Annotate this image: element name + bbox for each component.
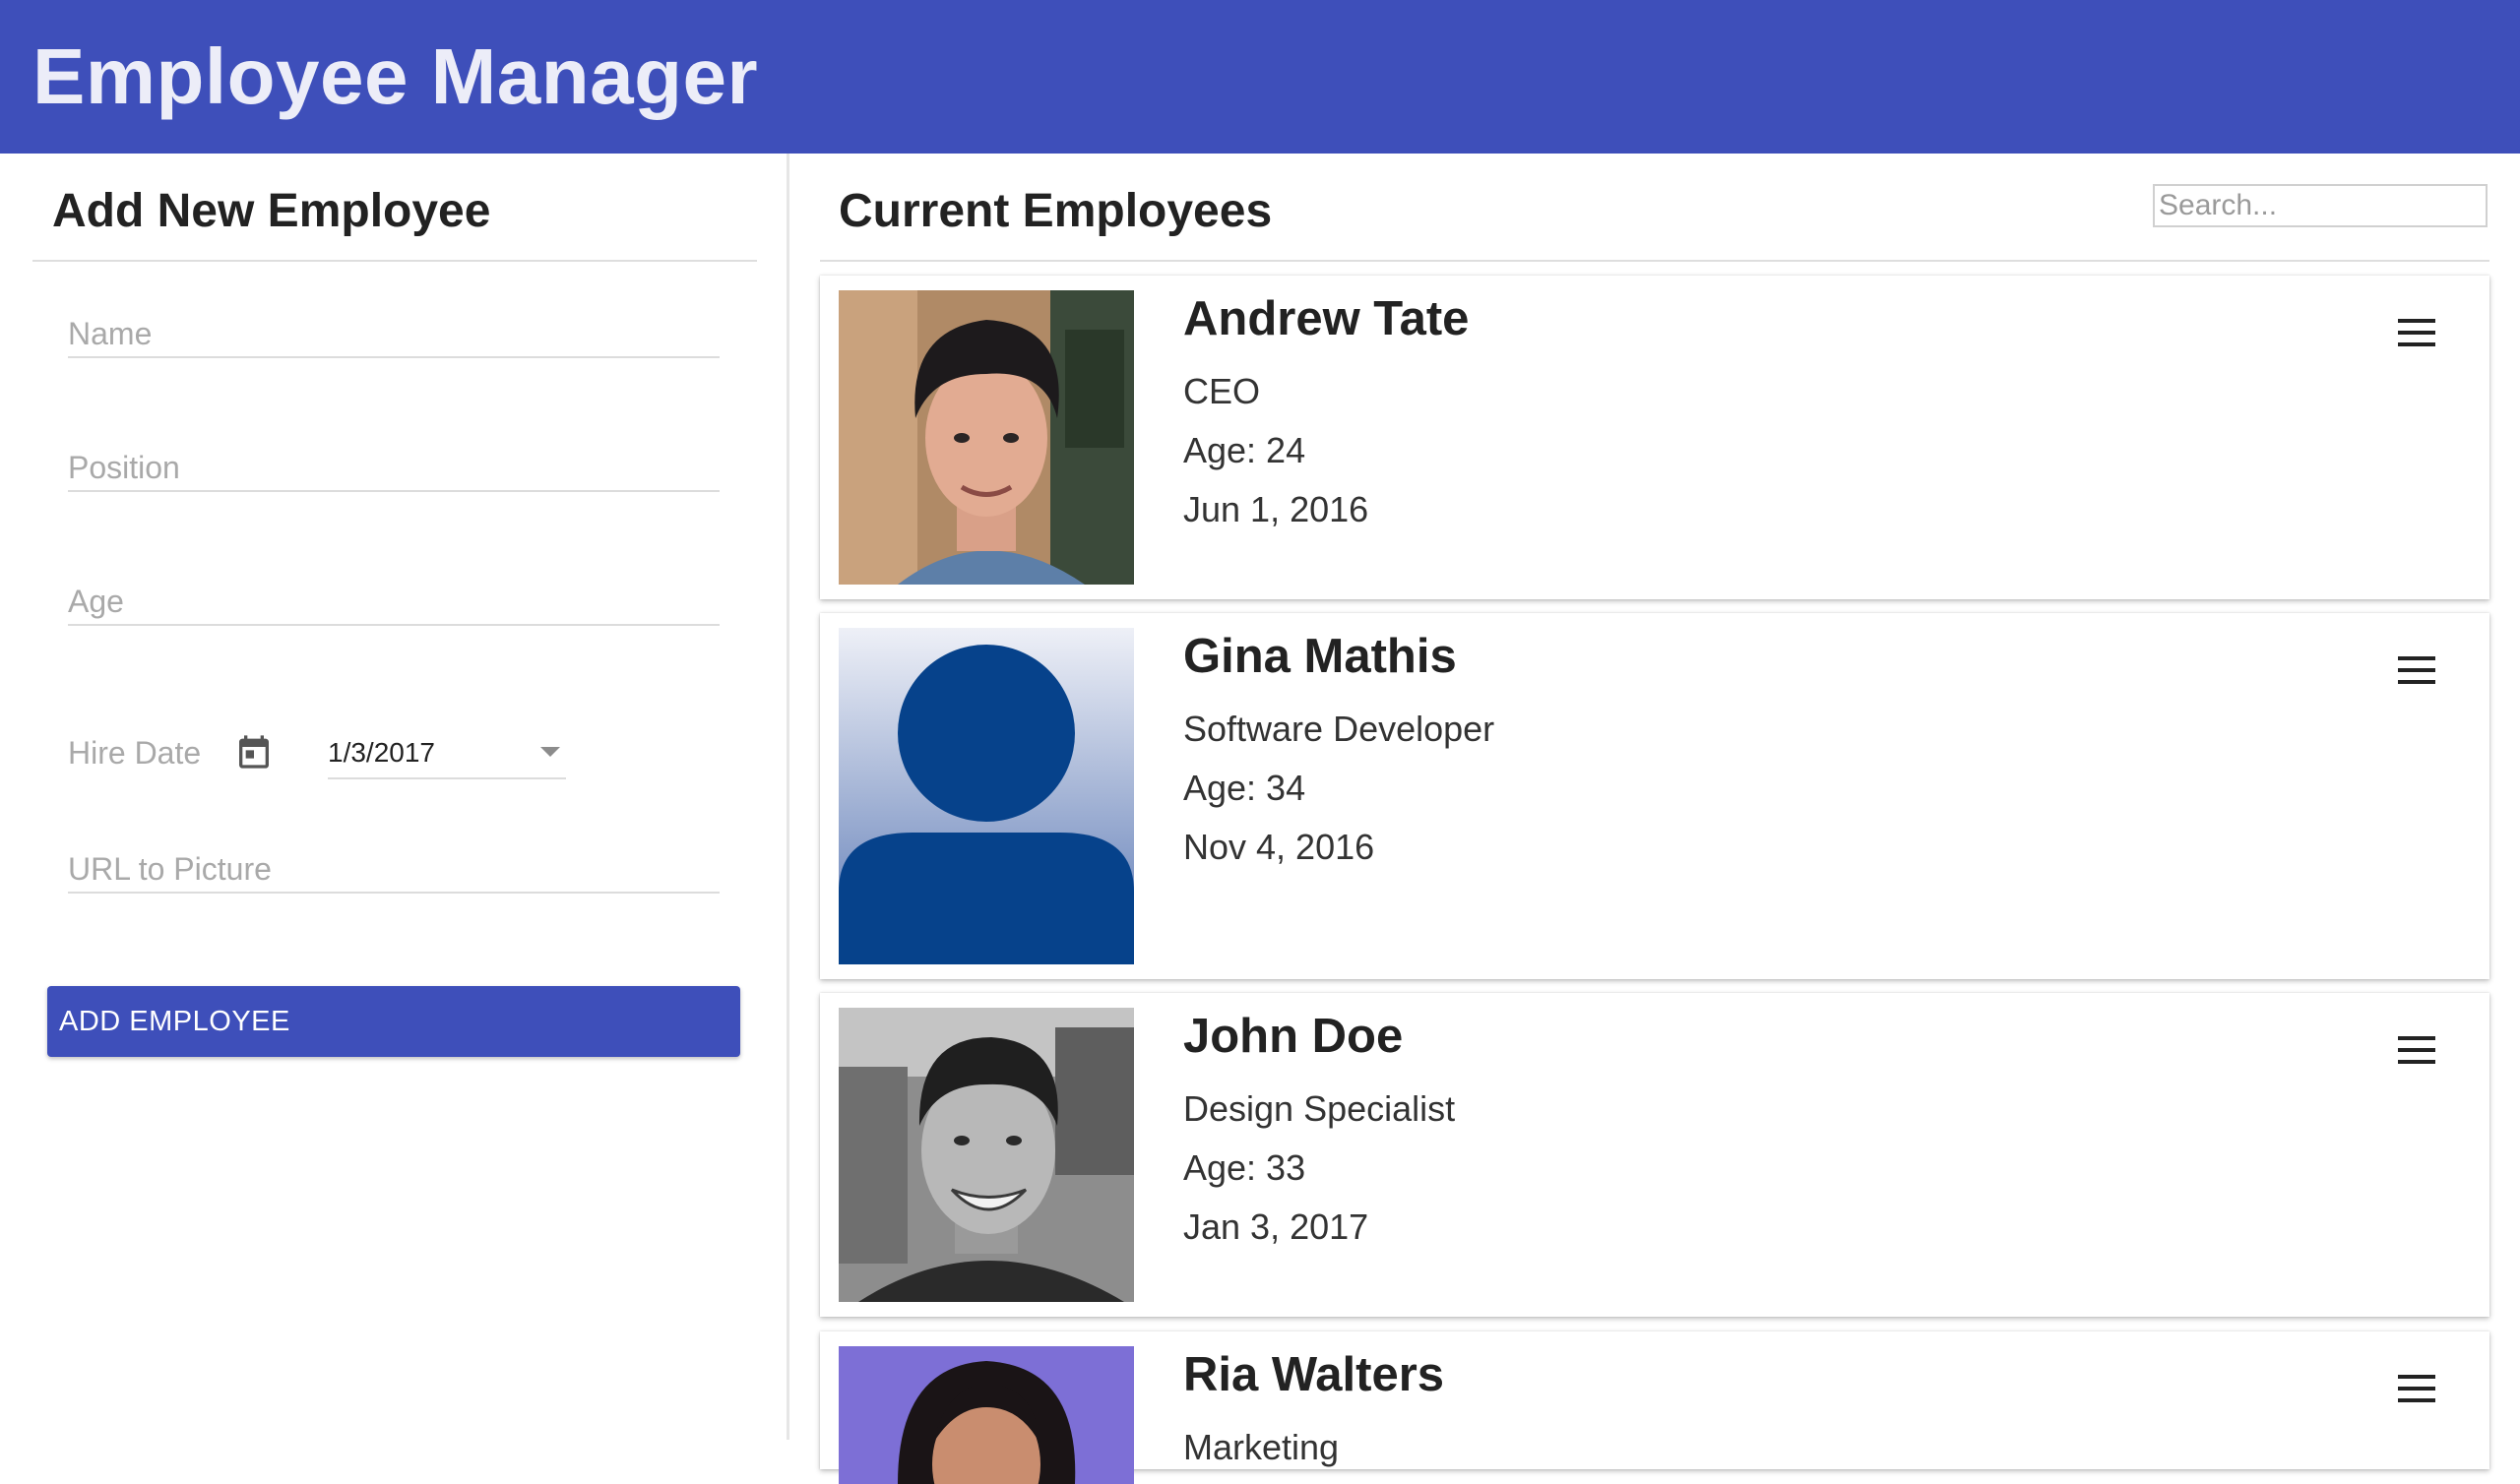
employee-name: Andrew Tate <box>1183 292 1470 345</box>
employee-card: Gina Mathis Software Developer Age: 34 N… <box>820 613 2489 979</box>
employee-photo <box>839 1008 1134 1302</box>
calendar-icon[interactable] <box>234 731 274 773</box>
age-input[interactable] <box>68 584 720 620</box>
employee-name: John Doe <box>1183 1010 1404 1063</box>
app-header: Employee Manager <box>0 0 2520 154</box>
employee-position: Design Specialist <box>1183 1088 1456 1129</box>
employee-age: Age: 24 <box>1183 430 1306 470</box>
add-employee-title-rule <box>32 260 757 262</box>
employee-age: Age: 33 <box>1183 1147 1306 1188</box>
current-employees-title-rule <box>820 260 2489 262</box>
name-input[interactable] <box>68 316 720 352</box>
default-avatar-silhouette <box>839 628 1134 964</box>
photo-woman-dark-hair <box>839 1346 1134 1484</box>
employee-card: John Doe Design Specialist Age: 33 Jan 3… <box>820 993 2489 1317</box>
position-input[interactable] <box>68 450 720 486</box>
photo-young-man-dark-hair <box>839 290 1134 585</box>
employee-photo <box>839 290 1134 585</box>
photo-smiling-man-grayscale <box>839 1008 1134 1302</box>
current-employees-title: Current Employees <box>839 185 1273 237</box>
menu-icon[interactable] <box>2398 656 2435 686</box>
employee-card: Andrew Tate CEO Age: 24 Jun 1, 2016 <box>820 276 2489 599</box>
hire-date-select[interactable]: 1/3/2017 <box>328 728 566 779</box>
employee-name: Ria Walters <box>1183 1348 1445 1401</box>
employee-position: CEO <box>1183 371 1261 411</box>
position-field <box>68 435 720 492</box>
chevron-down-icon <box>540 747 560 757</box>
age-field <box>68 569 720 626</box>
employee-name: Gina Mathis <box>1183 630 1457 683</box>
hire-date-value: 1/3/2017 <box>328 737 435 768</box>
employee-age: Age: 34 <box>1183 768 1306 808</box>
employee-position: Software Developer <box>1183 709 1495 749</box>
app-title: Employee Manager <box>32 32 759 120</box>
employee-card: Ria Walters Marketing <box>820 1331 2489 1484</box>
name-field <box>68 301 720 358</box>
employee-hire-date: Jan 3, 2017 <box>1183 1206 1369 1247</box>
employee-hire-date: Nov 4, 2016 <box>1183 827 1375 867</box>
panel-divider <box>787 154 789 1440</box>
employee-hire-date: Jun 1, 2016 <box>1183 489 1369 529</box>
add-employee-button[interactable]: ADD EMPLOYEE <box>47 986 740 1057</box>
menu-icon[interactable] <box>2398 1036 2435 1066</box>
employee-photo <box>839 1346 1134 1484</box>
search-input[interactable] <box>2153 184 2488 227</box>
employee-position: Marketing <box>1183 1427 1340 1467</box>
hire-date-label: Hire Date <box>68 735 202 771</box>
url-input[interactable] <box>68 851 720 888</box>
url-field <box>68 836 720 894</box>
menu-icon[interactable] <box>2398 1375 2435 1404</box>
menu-icon[interactable] <box>2398 319 2435 348</box>
employee-photo <box>839 628 1134 964</box>
add-employee-title: Add New Employee <box>52 185 491 237</box>
